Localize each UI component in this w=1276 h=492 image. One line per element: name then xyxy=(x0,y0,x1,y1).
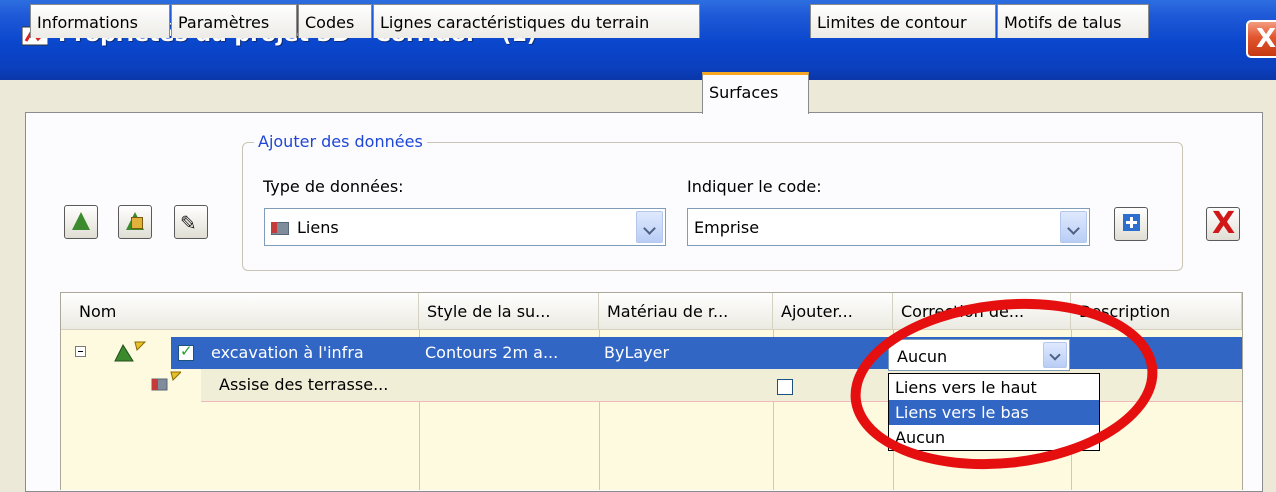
col-style[interactable]: Style de la su... xyxy=(419,293,599,329)
tab-motifs-de-talus[interactable]: Motifs de talus xyxy=(997,4,1149,38)
tab-informations[interactable]: Informations xyxy=(30,4,170,38)
chevron-down-icon[interactable] xyxy=(1060,211,1087,243)
col-ajouter[interactable]: Ajouter... xyxy=(773,293,893,329)
add-checkbox[interactable] xyxy=(777,379,793,395)
add-surface-boundaries-button[interactable] xyxy=(118,205,152,239)
row-name: Assise des terrasse... xyxy=(219,375,389,394)
tab-surfaces[interactable]: Surfaces xyxy=(702,72,809,114)
tab-codes[interactable]: Codes xyxy=(298,4,372,38)
link-icon xyxy=(151,371,183,398)
row-style: Contours 2m a... xyxy=(425,343,559,362)
close-button[interactable]: X xyxy=(1246,20,1276,58)
code-label: Indiquer le code: xyxy=(687,177,822,196)
delete-button[interactable]: X xyxy=(1206,206,1240,241)
add-surface-button[interactable] xyxy=(64,205,98,239)
row-material: ByLayer xyxy=(604,343,670,362)
col-nom[interactable]: Nom xyxy=(61,293,419,329)
add-data-legend: Ajouter des données xyxy=(254,132,427,151)
tab-limites-de-contour[interactable]: Limites de contour xyxy=(810,4,996,38)
row-checkbox[interactable] xyxy=(178,342,194,361)
delete-x-icon: X xyxy=(1212,206,1236,241)
close-icon: X xyxy=(1256,24,1276,54)
data-type-select[interactable]: Liens xyxy=(264,208,666,246)
add-data-group xyxy=(242,142,1183,271)
col-materiau[interactable]: Matériau de r... xyxy=(599,293,773,329)
surface-icon xyxy=(72,212,90,230)
collapse-icon[interactable] xyxy=(75,346,86,357)
tab-lignes-caracteristiques[interactable]: Lignes caractéristiques du terrain xyxy=(373,4,700,38)
chevron-down-icon[interactable] xyxy=(636,211,663,243)
tab-parametres[interactable]: Paramètres xyxy=(171,4,297,38)
add-button[interactable] xyxy=(1114,207,1148,241)
link-icon xyxy=(271,222,289,235)
pencil-icon: ✎ xyxy=(180,211,197,235)
row-name: excavation à l'infra xyxy=(211,343,364,362)
surface-icon xyxy=(113,341,149,368)
edit-surface-button[interactable]: ✎ xyxy=(174,205,208,239)
plus-icon xyxy=(1123,214,1140,231)
code-select[interactable]: Emprise xyxy=(687,208,1090,246)
data-type-label: Type de données: xyxy=(263,177,404,196)
